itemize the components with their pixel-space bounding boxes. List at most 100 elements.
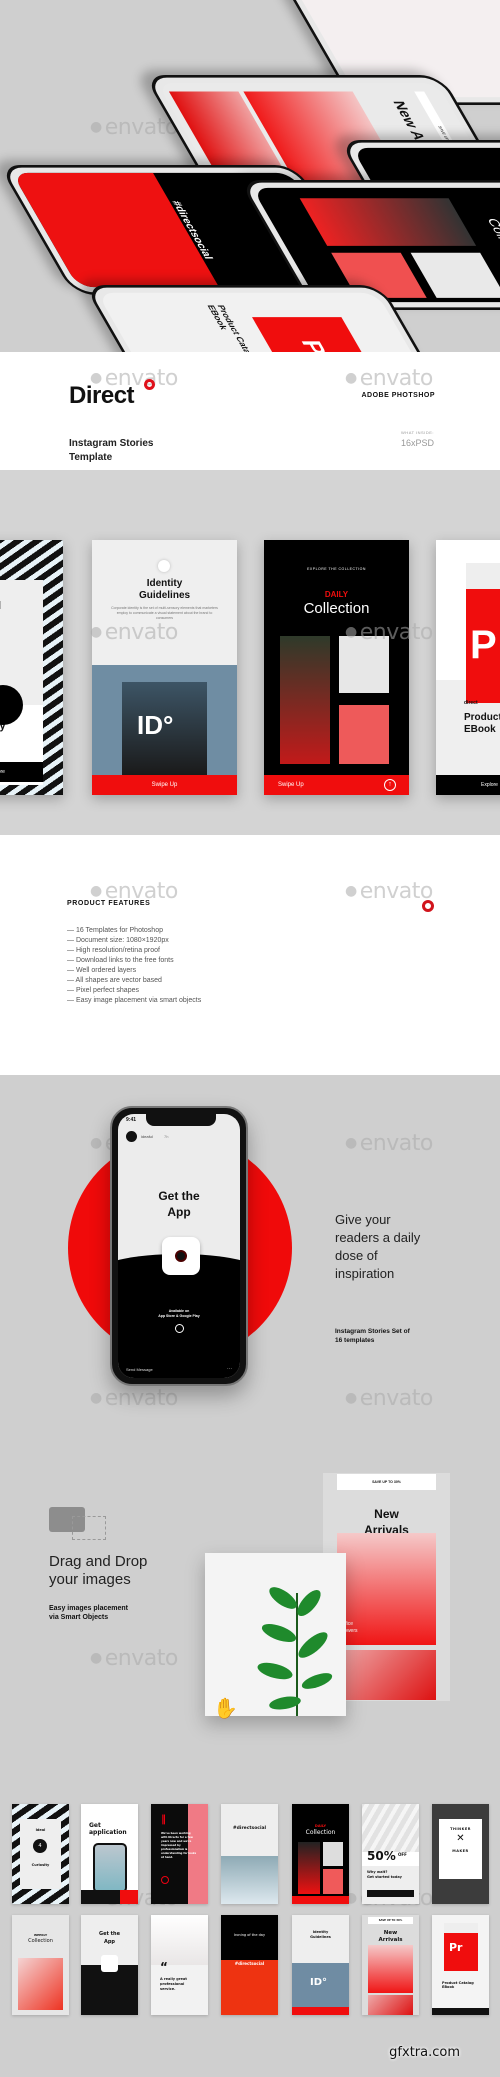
swipe-up-button[interactable]: Swipe Up [92,775,237,795]
thumb-bar [292,1896,349,1904]
watermark: envato [345,879,434,904]
thumb-catalog[interactable]: Pr Product Catalog EBook [432,1915,489,2015]
thumb-curiosity[interactable]: Ideal 4 Curiosity [12,1804,69,1904]
thumb-photo [368,1945,413,1993]
thumb-photo [221,1960,278,2015]
status-time: 9:41 [126,1117,137,1123]
thumb-kicker: DAILY [314,1824,327,1828]
arrow-up-icon[interactable]: ↑ [384,779,396,791]
tagline: Give your readers a daily dose of inspir… [335,1211,420,1283]
thumb-weekly-collection[interactable]: WEEKLY Collection [12,1915,69,2015]
username: ideaful [141,1134,153,1139]
set-line: Instagram Stories Set of [335,1328,410,1335]
thumb-badge: ID° [310,1977,328,1988]
thumb-quote: A really great professional service. [160,1977,187,1991]
thumb-title: #directsocial [232,1826,267,1831]
screen-headline: App [167,1205,191,1219]
explore-button[interactable]: Explore [436,775,500,795]
thumb-sub: Ironing of the day [233,1933,266,1937]
thumb-text: MAKER [452,1849,469,1853]
photo-tile [280,636,330,764]
card-kicker: EXPLORE THE COLLECTION [307,567,366,571]
thumb-number: 4 [33,1839,47,1853]
send-message-field[interactable]: Send Message [126,1367,153,1372]
thumb-identity[interactable]: Identity Guidelines ID° [292,1915,349,2015]
photo-tile [410,252,500,298]
record-icon [175,1250,187,1262]
tagline-line: Give your [335,1212,391,1227]
set-line: 16 templates [335,1337,375,1344]
thumb-title: Collection [28,1938,53,1944]
thumb-photo [362,1804,419,1854]
feature-item: — High resolution/retina proof [67,947,160,954]
card-title: Guidelines [138,590,191,601]
template-card-curiosity: l Curiosity Explore [0,540,63,795]
thumb-button [367,1890,414,1897]
brand-logo: Direct [69,382,135,409]
card-body: Corporate identity is the set of multi-s… [111,606,218,620]
download-icon[interactable] [175,1324,184,1333]
thumb-testimonial[interactable]: ‖ We've been working with Directo for a … [151,1804,208,1904]
more-icon[interactable]: ··· [227,1366,232,1372]
dragdrop-section: envato Drag and Drop your images Easy im… [0,1446,500,1786]
watermark: envato [345,366,434,391]
thumb-text: Ideal [35,1828,46,1832]
sale-bar: SAVE UP TO 30% [337,1474,436,1490]
thumb-kicker: WEEKLY [33,1933,48,1937]
thumb-phone [93,1843,127,1893]
thumb-directsocial-red[interactable]: #directsocial Ironing of the day [221,1915,278,2015]
thumb-title: #directsocial [234,1961,265,1966]
thumb-panel: Ideal 4 Curiosity [20,1819,61,1889]
plant-illustration [257,1587,333,1716]
tagline-line: readers a daily [335,1230,421,1245]
thumb-text: Why wait? [367,1870,388,1874]
thumb-photo [368,1995,413,2015]
photo-tile [339,705,389,764]
photo-tile [323,1869,343,1894]
templates-section [0,470,500,835]
what-inside-label: WHAT INSIDE: [401,430,434,435]
dot-icon [158,560,170,572]
what-inside-value: 16xPSD [400,438,434,448]
thumb-thinker-maker[interactable]: THINKER ✕ MAKER 23 AUGUST [432,1804,489,1904]
feature-item: — Download links to the free fonts [67,957,174,964]
pr-badge: Pr [251,317,382,352]
explore-button[interactable]: Explore [0,762,43,782]
thumb-sale[interactable]: 50% OFF Why wait? Get started today [362,1804,419,1904]
available-text: Available on [168,1309,190,1313]
thumb-get-application[interactable]: Get application [81,1804,138,1904]
watermark: envato [345,1131,434,1156]
thumb-title: Collection [305,1829,336,1836]
thumb-get-the-app[interactable]: Get the App [81,1915,138,2015]
thumb-directsocial[interactable]: #directsocial [221,1804,278,1904]
app-section: envato envato envato envato 9:41 ideaful… [0,1076,500,1446]
thumb-x: ✕ [456,1833,465,1844]
tagline-line: inspiration [335,1266,395,1281]
ebook-badge: P [470,623,497,667]
feature-item: — All shapes are vector based [67,977,162,984]
thumb-text: Get started today [367,1875,402,1879]
feature-item: — Pixel perfect shapes [67,987,139,994]
set-description: Instagram Stories Set of 16 templates [335,1327,410,1345]
thumb-quote[interactable]: “ A really great professional service. [151,1915,208,2015]
app-icon[interactable] [162,1237,200,1275]
thumb-title: Get the [99,1931,120,1937]
thumb-daily-collection[interactable]: DAILY Collection [292,1804,349,1904]
thumb-title: Product Catalog EBook [442,1981,474,1989]
thumb-title: Identity [312,1930,329,1934]
template-card-identity: Identity Guidelines Corporate identity i… [92,540,237,795]
logo-dot-icon [144,379,155,390]
card-title: EBook [464,724,496,735]
card-title: Identity [146,578,183,589]
hand-cursor-icon[interactable]: ✋ [213,1696,238,1721]
photo-tile [299,198,477,246]
app-label: ADOBE PHOTSHOP [361,392,435,399]
watermark: envato [90,1386,179,1411]
id-badge: ID° [137,710,174,740]
photo-tile [323,1842,343,1866]
story-title: New [374,1507,399,1521]
phone-notch [146,1114,216,1126]
thumb-new-arrivals[interactable]: SAVE UP TO 30% New Arrivals [362,1915,419,2015]
avatar [126,1131,137,1142]
dragged-image[interactable] [205,1553,346,1716]
